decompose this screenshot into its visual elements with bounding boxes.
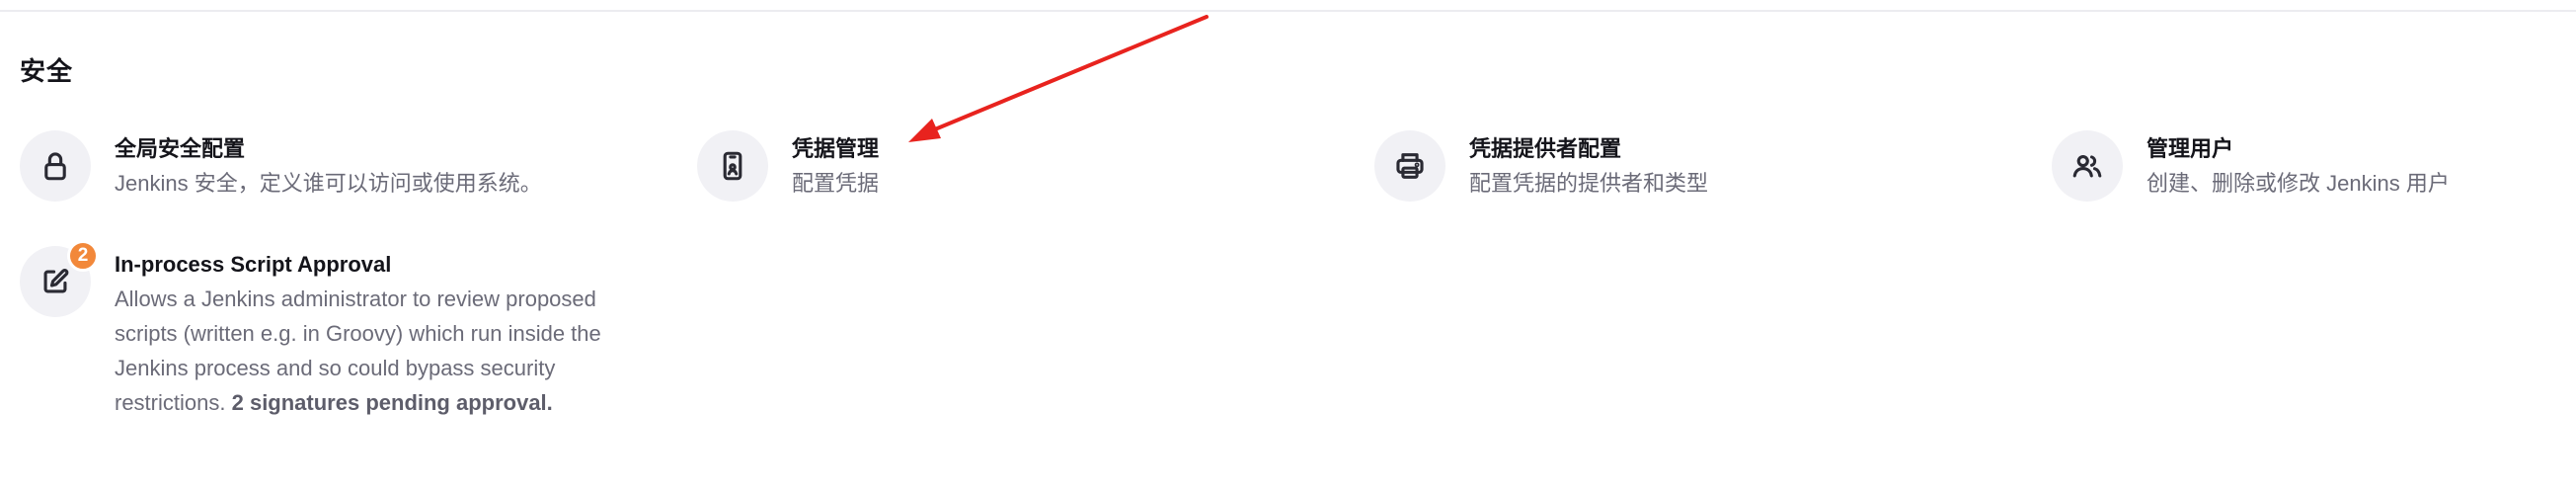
pending-approval-text: 2 signatures pending approval. xyxy=(231,390,553,415)
lock-icon xyxy=(44,152,66,181)
top-divider xyxy=(0,10,2576,12)
item-description: Jenkins 安全，定义谁可以访问或使用系统。 xyxy=(115,171,542,196)
item-title: In-process Script Approval xyxy=(115,252,392,277)
item-text: 凭据管理 配置凭据 xyxy=(792,132,879,201)
section-title: 安全 xyxy=(20,56,74,86)
item-title: 凭据提供者配置 xyxy=(1469,136,1622,161)
users-icon-circle xyxy=(2052,130,2123,202)
item-title: 全局安全配置 xyxy=(115,136,246,161)
item-text: In-process Script Approval Allows a Jenk… xyxy=(115,248,628,420)
item-text: 全局安全配置 Jenkins 安全，定义谁可以访问或使用系统。 xyxy=(115,132,542,201)
item-description: 配置凭据 xyxy=(792,171,880,196)
phone-id-icon-circle xyxy=(697,130,768,202)
item-description: Allows a Jenkins administrator to review… xyxy=(115,282,628,420)
printer-icon-circle xyxy=(1374,130,1445,202)
edit-square-icon xyxy=(43,269,69,293)
printer-icon xyxy=(1396,153,1424,179)
phone-id-icon xyxy=(723,151,742,181)
users-icon xyxy=(2072,154,2102,178)
pending-count-badge: 2 xyxy=(67,240,99,272)
item-title: 凭据管理 xyxy=(792,136,880,161)
item-description: 配置凭据的提供者和类型 xyxy=(1469,171,1709,196)
item-description: 创建、删除或修改 Jenkins 用户 xyxy=(2147,171,2450,196)
item-text: 管理用户 创建、删除或修改 Jenkins 用户 xyxy=(2147,132,2450,201)
item-title: 管理用户 xyxy=(2147,136,2234,161)
lock-icon-circle xyxy=(20,130,91,202)
item-text: 凭据提供者配置 配置凭据的提供者和类型 xyxy=(1469,132,1708,201)
